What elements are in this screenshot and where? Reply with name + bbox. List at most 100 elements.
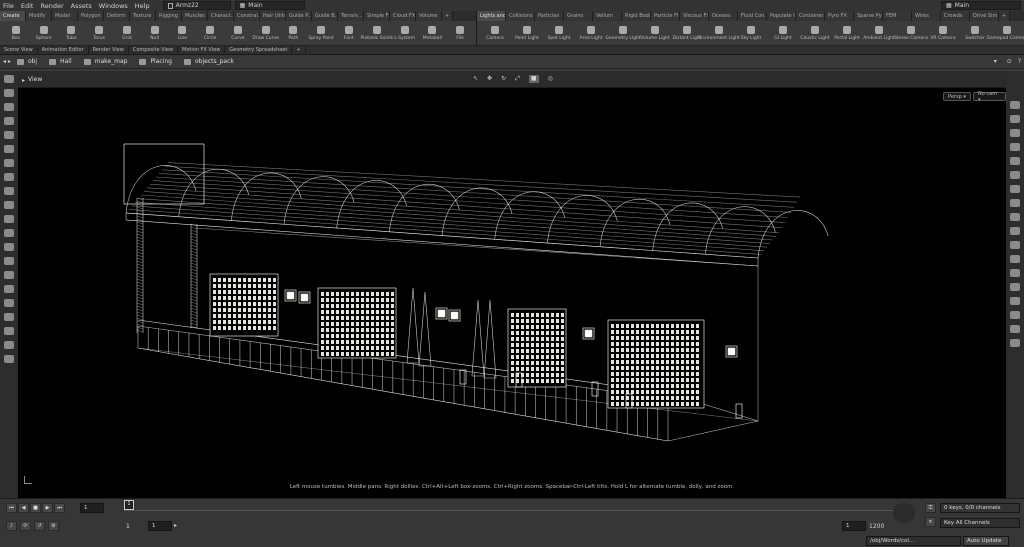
tool-draw-curve[interactable]: Draw Curve <box>252 21 280 45</box>
shelf-tab-terrain[interactable]: Terrain... <box>338 11 364 21</box>
smooth-icon[interactable] <box>1010 143 1020 151</box>
menu-edit[interactable]: Edit <box>21 2 34 10</box>
shelf-tab-sparse-pyr[interactable]: Sparse Pyr... <box>854 11 883 21</box>
range-start-field[interactable]: 1 <box>148 521 172 531</box>
play-button[interactable]: ▶ <box>42 503 53 513</box>
shelf-tab-populate-c[interactable]: Populate C... <box>767 11 796 21</box>
pane-tab-composite-view[interactable]: Composite View <box>129 45 178 55</box>
pane-tab-render-view[interactable]: Render View <box>89 45 129 55</box>
shelf-tab-texture[interactable]: Texture <box>130 11 156 21</box>
shelf-tab-particles[interactable]: Particles <box>535 11 564 21</box>
status-path[interactable]: /obj/Words/col... <box>866 536 961 546</box>
hidden-line-icon[interactable] <box>1010 171 1020 179</box>
menu-help[interactable]: Help <box>135 2 150 10</box>
ghost-icon[interactable] <box>1010 157 1020 165</box>
tool-platonic-solids[interactable]: Platonic Solids <box>360 21 393 45</box>
tool-ambient-light[interactable]: Ambient Light <box>863 21 895 45</box>
help-icon[interactable]: ? <box>1018 58 1021 65</box>
shelf-tab-guide-b[interactable]: Guide B... <box>312 11 338 21</box>
shelf-tab-cloud-fx[interactable]: Cloud FX <box>390 11 416 21</box>
shelf-tab-fluid-con[interactable]: Fluid Con... <box>738 11 767 21</box>
wire-icon[interactable] <box>4 327 14 335</box>
tool-portal-light[interactable]: Portal Light <box>831 21 863 45</box>
tool-grid[interactable]: Grid <box>113 21 141 45</box>
pose-icon[interactable] <box>4 117 14 125</box>
tool-stereo-camera[interactable]: Stereo Camera <box>894 21 928 45</box>
pane-tab-geometry-spreadsheet[interactable]: Geometry Spreadsheet <box>225 45 293 55</box>
scene-viewport[interactable]: Left mouse tumbles. Middle pans. Right d… <box>18 88 1006 498</box>
tool-spray-paint[interactable]: Spray Paint <box>307 21 335 45</box>
crumb-obj[interactable]: obj <box>16 58 37 65</box>
shelf-tab-muscles[interactable]: Muscles <box>182 11 208 21</box>
handle-icon[interactable] <box>4 103 14 111</box>
shelf-tab-viscous-fl[interactable]: Viscous Fl... <box>680 11 709 21</box>
path-dropdown-icon[interactable]: ▾ <box>994 58 997 65</box>
tool-line[interactable]: Line <box>169 21 197 45</box>
ao-icon[interactable] <box>1010 269 1020 277</box>
tool-vr-camera[interactable]: VR Camera <box>927 21 959 45</box>
frame-marker[interactable]: 1 <box>124 500 134 510</box>
add-shelf-tab-icon[interactable]: + <box>442 11 454 21</box>
realtime-icon[interactable]: ⟳ <box>20 521 31 531</box>
lights-icon[interactable] <box>4 173 14 181</box>
tool-point-light[interactable]: Point Light <box>511 21 543 45</box>
visualize-icon[interactable] <box>4 145 14 153</box>
menu-windows[interactable]: Windows <box>99 2 128 10</box>
shelf-tab-modify[interactable]: Modify <box>26 11 52 21</box>
camera-lock-icon[interactable] <box>4 243 14 251</box>
uv-icon[interactable] <box>1010 227 1020 235</box>
shelf-tab-pyro-fx[interactable]: Pyro FX <box>825 11 854 21</box>
select-icon[interactable]: ↖ <box>473 75 478 83</box>
tool-volume-light[interactable]: Volume Light <box>639 21 671 45</box>
shelf-tab-grains[interactable]: Grains <box>564 11 593 21</box>
shaded-icon[interactable] <box>1010 129 1020 137</box>
display-options-icon[interactable] <box>1010 101 1020 109</box>
back-icon[interactable]: ◂ ▸ <box>3 58 11 65</box>
tool-switcher[interactable]: Switcher <box>959 21 991 45</box>
persp-menu[interactable]: Persp ▾ <box>943 92 971 101</box>
scene-file-field[interactable]: Armz22 <box>162 1 231 10</box>
tool-sky-light[interactable]: Sky Light <box>735 21 767 45</box>
tool-area-light[interactable]: Area Light <box>575 21 607 45</box>
tool-file[interactable]: File <box>446 21 474 45</box>
menu-file[interactable]: File <box>3 2 14 10</box>
crumb-placing[interactable]: Placing <box>139 58 172 65</box>
tool-distant-light[interactable]: Distant Light <box>671 21 703 45</box>
tool-null[interactable]: Null <box>141 21 169 45</box>
scale-icon[interactable]: ⤢ <box>515 75 520 83</box>
lighting-icon[interactable] <box>1010 241 1020 249</box>
shelf-tab-particle-fl[interactable]: Particle Fl... <box>651 11 680 21</box>
render-region-icon[interactable] <box>4 271 14 279</box>
shelf-tab-create[interactable]: Create <box>0 11 26 21</box>
shelf-tab-container[interactable]: Container... <box>796 11 825 21</box>
tool-gamepad-camera[interactable]: Gamepad Camera <box>987 21 1024 45</box>
loop-icon[interactable] <box>4 285 14 293</box>
desktop-selector-right[interactable]: ▦ Main <box>941 1 1021 10</box>
safe-area-icon[interactable] <box>1010 325 1020 333</box>
tool-font[interactable]: Font <box>335 21 363 45</box>
end-frame-field[interactable]: 1 <box>842 521 866 531</box>
geo-icon[interactable] <box>4 187 14 195</box>
shelf-tab-model[interactable]: Model <box>52 11 78 21</box>
group-icon[interactable] <box>4 257 14 265</box>
shade-icon[interactable] <box>4 341 14 349</box>
pin-icon[interactable]: ⊙ <box>1007 58 1012 65</box>
stats-icon[interactable] <box>1010 339 1020 347</box>
handle-icon[interactable]: ■ <box>528 75 539 83</box>
snap-icon[interactable] <box>4 131 14 139</box>
shelf-tab-fem[interactable]: FEM <box>883 11 912 21</box>
play-back-button[interactable]: ◀ <box>18 503 29 513</box>
render-icon[interactable] <box>4 201 14 209</box>
shelf-tab-deform[interactable]: Deform <box>104 11 130 21</box>
tool-camera[interactable]: Camera <box>479 21 511 45</box>
shelf-tab-rigging[interactable]: Rigging <box>156 11 182 21</box>
view-icon[interactable] <box>4 89 14 97</box>
shelf-tab-wires[interactable]: Wires <box>912 11 941 21</box>
shelf-tab-polygon[interactable]: Polygon <box>78 11 104 21</box>
tool-box[interactable]: Box <box>2 21 30 45</box>
display-icon[interactable] <box>4 215 14 223</box>
key-icon[interactable]: ⚿ <box>925 503 936 513</box>
shelf-tab-volume[interactable]: Volume <box>416 11 442 21</box>
select-icon[interactable] <box>4 75 14 83</box>
pane-tab-animation-editor[interactable]: Animation Editor <box>38 45 89 55</box>
